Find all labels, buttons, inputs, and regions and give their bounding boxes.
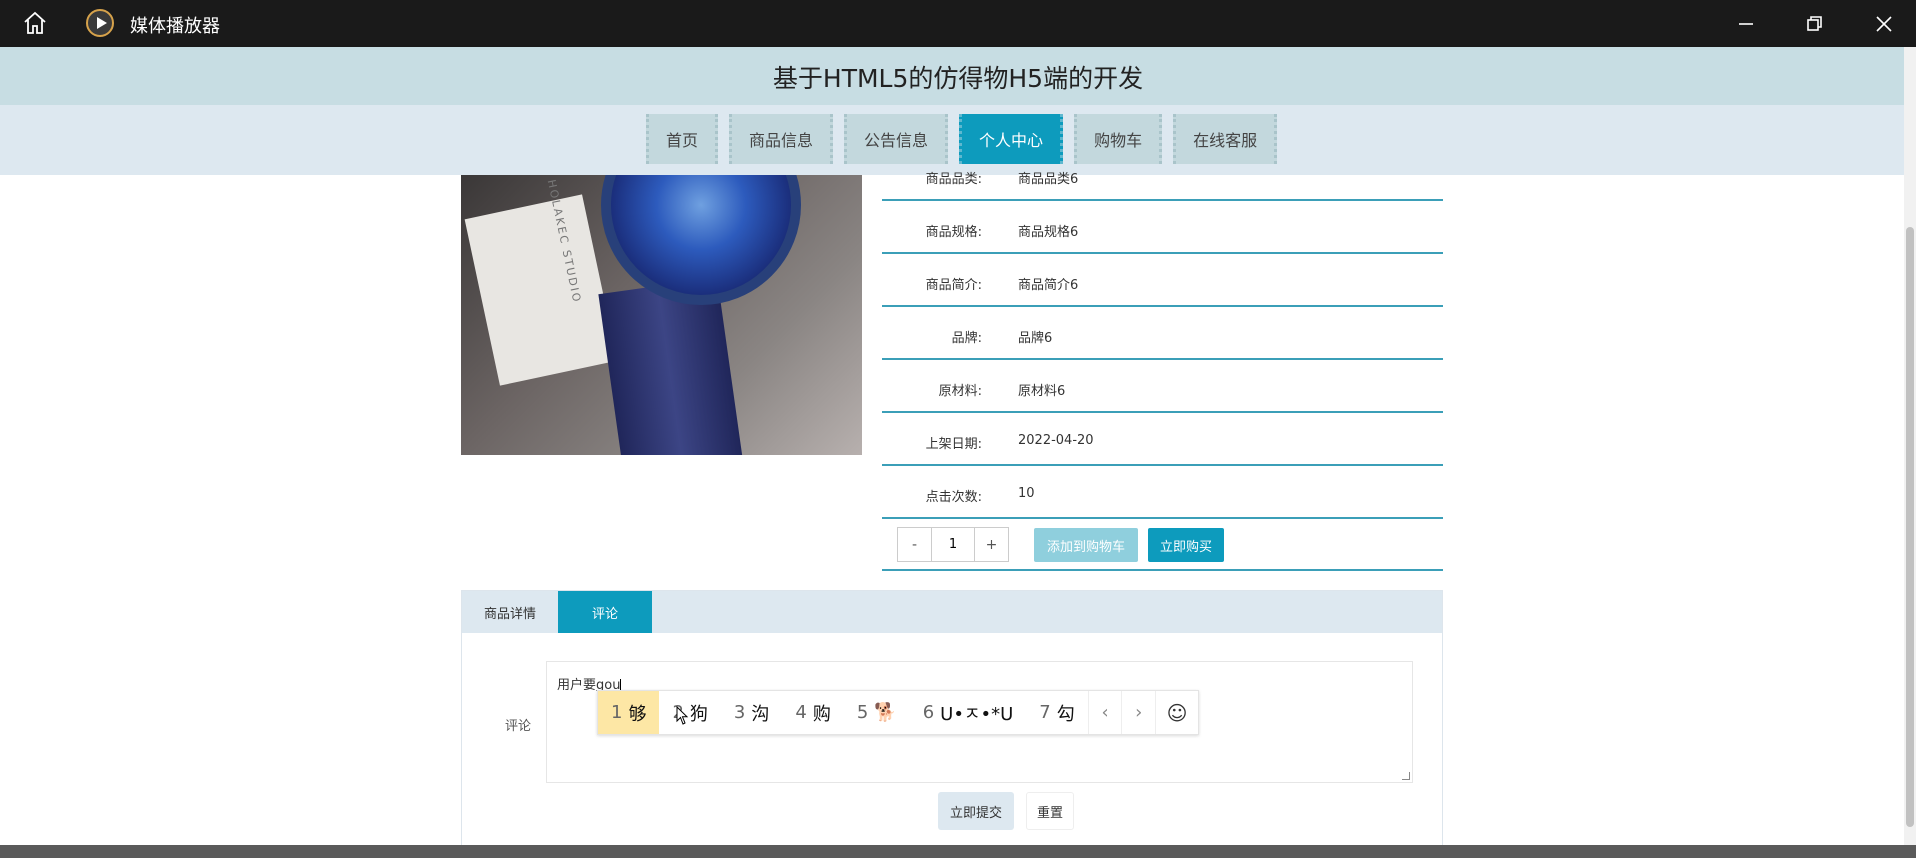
ime-candidate-number: 1: [611, 702, 623, 723]
submit-comment-button[interactable]: 立即提交: [938, 792, 1014, 830]
ime-candidate[interactable]: 4购: [782, 691, 843, 734]
info-value: 商品简介6: [1018, 278, 1079, 293]
info-value: 商品规格6: [1018, 225, 1079, 240]
close-button[interactable]: [1854, 0, 1914, 47]
tab-header: 商品详情 评论: [462, 591, 1442, 633]
ime-candidate[interactable]: 7勾: [1026, 691, 1087, 734]
ime-candidate-text: 够: [628, 703, 647, 725]
window-title: 媒体播放器: [130, 16, 220, 37]
ime-candidate-text: 沟: [751, 703, 770, 725]
mouse-cursor-icon: [676, 706, 689, 725]
info-value: 原材料6: [1018, 384, 1066, 399]
watch-face: [601, 175, 801, 305]
ime-candidate-text: 🐕: [874, 702, 897, 723]
site-header: 基于HTML5的仿得物H5端的开发: [0, 47, 1916, 105]
tab-comments[interactable]: 评论: [558, 591, 652, 633]
site-title: 基于HTML5的仿得物H5端的开发: [772, 64, 1144, 93]
ime-candidate[interactable]: 5 🐕: [844, 691, 910, 734]
ime-candidate-number: 4: [795, 702, 807, 723]
ime-candidate-number: 7: [1039, 702, 1051, 723]
quantity-decrease-button[interactable]: -: [898, 528, 931, 561]
close-icon: [1876, 15, 1892, 32]
page-scrollbar[interactable]: [1904, 47, 1916, 845]
reset-comment-button[interactable]: 重置: [1026, 792, 1074, 830]
info-label: 商品品类:: [925, 172, 982, 187]
info-label: 品牌:: [951, 331, 982, 346]
scrollbar-thumb[interactable]: [1906, 227, 1914, 827]
window-titlebar: 媒体播放器: [0, 0, 1916, 47]
bottom-strip: [0, 845, 1916, 858]
ime-candidate-text: 狗: [689, 703, 708, 725]
quantity-input[interactable]: 1: [931, 528, 975, 561]
info-label: 点击次数:: [925, 490, 982, 505]
ime-candidate[interactable]: 2狗: [659, 691, 720, 734]
ime-candidate[interactable]: 3沟: [721, 691, 782, 734]
info-value: 品牌6: [1018, 331, 1053, 346]
watch-band: [598, 277, 744, 455]
info-value: 10: [1018, 486, 1035, 501]
info-label: 原材料:: [938, 384, 982, 399]
ime-candidate[interactable]: 1够: [598, 691, 660, 734]
info-row: 商品规格: 商品规格6: [882, 201, 1443, 254]
nav-item[interactable]: 首页: [646, 114, 719, 164]
info-value: 2022-04-20: [1018, 433, 1094, 448]
ime-prev-button[interactable]: ‹: [1087, 691, 1122, 734]
ime-candidate-text: 勾: [1056, 703, 1075, 725]
ime-next-button[interactable]: ›: [1121, 691, 1155, 734]
product-card-prop: [464, 194, 618, 386]
ime-candidate-text: U•ㅈ•*U: [940, 703, 1014, 725]
restore-icon: [1807, 15, 1822, 31]
info-label: 商品简介:: [925, 278, 982, 293]
home-icon[interactable]: [22, 10, 48, 36]
textarea-resize-handle[interactable]: [1402, 772, 1410, 780]
info-row: 商品品类: 商品品类6: [882, 148, 1443, 201]
info-label: 上架日期:: [925, 437, 982, 452]
comment-label: 评论: [505, 719, 532, 734]
quantity-stepper[interactable]: - 1 +: [897, 527, 1009, 562]
info-row: 点击次数: 10: [882, 466, 1443, 519]
ime-candidate-number: 3: [733, 702, 746, 723]
info-row: 上架日期: 2022-04-20: [882, 413, 1443, 466]
purchase-row: - 1 + 添加到购物车 立即购买: [882, 521, 1443, 571]
ime-candidate-number: 6: [922, 702, 935, 723]
nav-item[interactable]: 商品信息: [729, 114, 834, 164]
media-player-icon: [86, 9, 114, 37]
app-window: 媒体播放器 基于HTML5的仿得物H5端的开发 首页 商品信息 公告信息 个人中心 购物…: [0, 0, 1916, 858]
buy-now-button[interactable]: 立即购买: [1148, 528, 1224, 562]
ime-candidate-number: 5: [856, 702, 869, 723]
comment-committed-text: 用户要: [557, 678, 597, 693]
info-value: 商品品类6: [1018, 172, 1079, 187]
ime-candidate[interactable]: 6 U•ㅈ•*U: [910, 691, 1027, 734]
info-label: 商品规格:: [925, 225, 982, 240]
minimize-icon: [1739, 22, 1753, 25]
restore-button[interactable]: [1785, 0, 1845, 47]
product-image: HOLAKEC STUDIO: [461, 175, 862, 455]
info-row: 品牌: 品牌6: [882, 307, 1443, 360]
tab-product-details[interactable]: 商品详情: [462, 591, 558, 633]
info-row: 原材料: 原材料6: [882, 360, 1443, 413]
quantity-increase-button[interactable]: +: [975, 528, 1008, 561]
minimize-button[interactable]: [1716, 0, 1776, 47]
ime-emoji-button[interactable]: ☺: [1155, 691, 1198, 734]
info-row: 商品简介: 商品简介6: [882, 254, 1443, 307]
ime-candidate-text: 购: [812, 703, 831, 725]
add-to-cart-button[interactable]: 添加到购物车: [1034, 528, 1138, 562]
